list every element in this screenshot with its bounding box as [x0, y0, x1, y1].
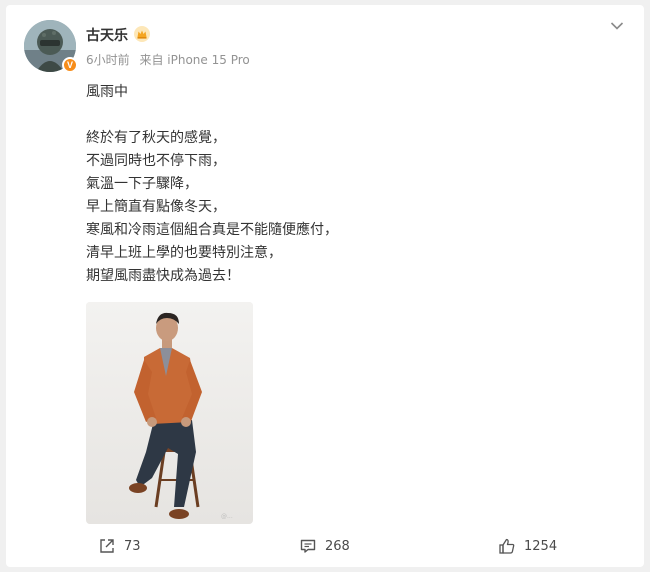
share-count: 73 — [124, 538, 141, 554]
crown-icon[interactable] — [134, 26, 150, 42]
post-image[interactable]: @... — [86, 302, 253, 524]
post-text-blank-line — [86, 104, 606, 127]
comment-icon — [300, 539, 316, 553]
post-text-line: 風雨中 — [86, 84, 128, 100]
like-button[interactable]: 1254 — [498, 535, 557, 557]
post-text-line: 早上簡直有點像冬天， — [86, 199, 226, 215]
like-count: 1254 — [524, 538, 558, 554]
post-text-line: 不過同時也不停下雨， — [86, 153, 226, 169]
comment-count: 268 — [325, 538, 350, 554]
post-time[interactable]: 6小时前 — [86, 53, 130, 67]
post-source: 来自 iPhone 15 Pro — [139, 53, 250, 67]
thumbs-up-icon — [499, 538, 515, 554]
chevron-down-icon[interactable] — [610, 21, 624, 31]
post-text-line: 氣溫一下子驟降， — [86, 176, 198, 192]
post-meta: 6小时前 来自 iPhone 15 Pro — [86, 51, 250, 68]
man-in-orange-jacket-photo: @... — [86, 302, 253, 524]
post-card: V 古天乐 6小时前 来自 iPhone 15 Pro 風雨中 終於有了秋天的感… — [6, 5, 644, 567]
verified-badge: V — [62, 57, 78, 73]
share-icon — [100, 539, 114, 553]
author-name[interactable]: 古天乐 — [86, 25, 128, 45]
share-button[interactable]: 73 — [98, 535, 141, 557]
post-text-line: 清早上班上學的也要特別注意， — [86, 245, 282, 261]
post-text-line: 寒風和冷雨這個組合真是不能隨便應付， — [86, 222, 338, 238]
post-text-line: 終於有了秋天的感覺， — [86, 130, 226, 146]
svg-text:@...: @... — [221, 513, 233, 520]
comment-button[interactable]: 268 — [299, 535, 350, 557]
post-text: 風雨中 終於有了秋天的感覺， 不過同時也不停下雨， 氣溫一下子驟降， 早上簡直有… — [86, 81, 606, 288]
post-text-line: 期望風雨盡快成為過去！ — [86, 268, 240, 284]
